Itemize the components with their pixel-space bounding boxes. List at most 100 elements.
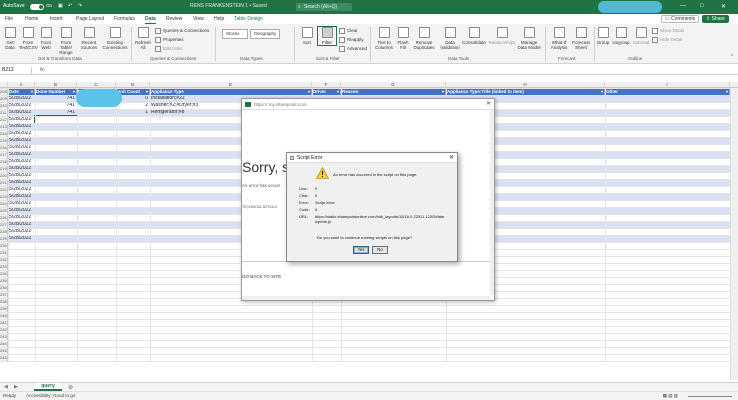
table-cell[interactable] [35, 137, 77, 144]
table-cell[interactable] [77, 151, 116, 158]
get-data-button[interactable]: Get Data [2, 27, 18, 50]
table-cell[interactable] [35, 158, 77, 165]
table-cell[interactable] [35, 221, 77, 228]
row-header[interactable]: 235 [0, 277, 8, 284]
hide-detail-button[interactable]: Hide Detail [652, 37, 682, 43]
row-header[interactable]: 209 [0, 95, 8, 102]
table-cell[interactable] [116, 193, 150, 200]
table-cell[interactable]: 5/28/2022 [8, 214, 35, 221]
refresh-all-button[interactable]: Refresh All [134, 27, 152, 50]
existing-connections-button[interactable]: Existing Connections [101, 27, 129, 50]
table-cell[interactable]: 5/28/2022 [8, 221, 35, 228]
row-header[interactable]: 213 [0, 123, 8, 130]
tab-view[interactable]: View [193, 16, 204, 22]
table-cell[interactable] [35, 207, 77, 214]
filter-dropdown-icon[interactable]: ▾ [73, 88, 75, 95]
table-cell[interactable] [35, 186, 77, 193]
filter-dropdown-icon[interactable]: ▾ [31, 88, 33, 95]
sort-button[interactable]: Sort [298, 27, 316, 45]
data-validation-button[interactable]: Data Validation [438, 27, 462, 50]
sheet-tab-query[interactable]: query [34, 383, 62, 391]
table-cell[interactable]: 5/28/2022 [8, 144, 35, 151]
row-header[interactable]: 232 [0, 256, 8, 263]
table-cell[interactable] [77, 109, 116, 116]
table-cell[interactable]: 5/28/2022 [8, 109, 35, 116]
row-header[interactable]: 242 [0, 326, 8, 333]
table-cell[interactable] [35, 200, 77, 207]
row-header[interactable]: 224 [0, 200, 8, 207]
table-cell[interactable] [77, 235, 116, 242]
table-cell[interactable]: 5/28/2022 [8, 207, 35, 214]
table-cell[interactable] [77, 158, 116, 165]
stocks-data-type[interactable]: Stocks [222, 29, 248, 39]
table-cell[interactable] [77, 214, 116, 221]
table-cell[interactable] [116, 144, 150, 151]
advanced-button[interactable]: Advanced [339, 46, 367, 52]
row-header[interactable]: 226 [0, 214, 8, 221]
browser-address-bar[interactable]: https:// my.sharepoint.com ✕ [242, 99, 494, 110]
filter-button[interactable]: Filter [317, 26, 337, 46]
table-cell[interactable] [35, 165, 77, 172]
row-header[interactable]: 218 [0, 158, 8, 165]
table-cell[interactable] [116, 179, 150, 186]
filter-dropdown-icon[interactable]: ▾ [601, 88, 603, 95]
row-header[interactable]: 240 [0, 312, 8, 319]
tab-help[interactable]: Help [214, 16, 224, 22]
table-header-cell[interactable]: Driver ▾ [312, 88, 341, 95]
row-header[interactable]: 245 [0, 347, 8, 354]
from-web-button[interactable]: From Web [38, 27, 54, 50]
table-cell[interactable] [35, 214, 77, 221]
subtotal-button[interactable]: Subtotal [631, 27, 651, 45]
table-cell[interactable] [116, 172, 150, 179]
row-header[interactable]: 244 [0, 340, 8, 347]
row-header[interactable]: 237 [0, 291, 8, 298]
tab-review[interactable]: Review [166, 16, 182, 22]
browser-close-icon[interactable]: ✕ [486, 99, 491, 110]
table-cell[interactable]: 5/28/2022 [8, 200, 35, 207]
row-header[interactable]: 211 [0, 109, 8, 116]
row-header[interactable]: 238 [0, 298, 8, 305]
table-cell[interactable] [116, 151, 150, 158]
no-button[interactable]: No [372, 246, 388, 254]
table-cell[interactable]: 5/28/2022 [8, 123, 35, 130]
row-header[interactable]: 229 [0, 235, 8, 242]
ungroup-button[interactable]: Ungroup [611, 27, 631, 45]
autosave-toggle[interactable] [30, 4, 44, 10]
collapse-ribbon-icon[interactable]: ⌃ [730, 54, 734, 60]
table-cell[interactable] [116, 235, 150, 242]
table-cell[interactable] [77, 179, 116, 186]
table-cell[interactable] [116, 221, 150, 228]
yes-button[interactable]: Yes [353, 246, 369, 254]
table-header-cell[interactable]: Appliance Type ▾ [150, 88, 312, 95]
table-header-cell[interactable]: Appliance Type:Title (linked to item) ▾ [446, 88, 605, 95]
next-sheet-icon[interactable]: ▶ [14, 384, 18, 390]
table-cell[interactable] [35, 235, 77, 242]
table-cell[interactable] [116, 165, 150, 172]
from-text-csv-button[interactable]: From Text/CSV [19, 27, 38, 50]
table-cell[interactable] [77, 228, 116, 235]
horizontal-scrollbar[interactable] [242, 296, 490, 300]
table-cell[interactable]: 5/28/2022 [8, 186, 35, 193]
table-cell[interactable] [116, 214, 150, 221]
prev-sheet-icon[interactable]: ◀ [4, 384, 8, 390]
row-header[interactable]: 231 [0, 249, 8, 256]
row-header[interactable]: 233 [0, 263, 8, 270]
table-cell[interactable] [116, 137, 150, 144]
filter-dropdown-icon[interactable]: ▾ [146, 88, 148, 95]
table-cell[interactable] [77, 172, 116, 179]
recent-sources-button[interactable]: Recent Sources [79, 27, 99, 50]
row-header[interactable]: 239 [0, 305, 8, 312]
filter-dropdown-icon[interactable]: ▾ [726, 88, 728, 95]
table-cell[interactable] [35, 130, 77, 137]
table-cell[interactable] [77, 123, 116, 130]
technical-details-link[interactable]: TECHNICAL DETAILS [242, 205, 277, 209]
table-cell[interactable] [116, 228, 150, 235]
row-header[interactable]: 221 [0, 179, 8, 186]
table-cell[interactable] [77, 221, 116, 228]
table-cell[interactable] [116, 116, 150, 123]
table-cell[interactable]: 5/28/2022 [8, 151, 35, 158]
table-cell[interactable] [116, 123, 150, 130]
table-cell[interactable] [116, 207, 150, 214]
row-header[interactable]: 212 [0, 116, 8, 123]
row-header[interactable]: 234 [0, 270, 8, 277]
